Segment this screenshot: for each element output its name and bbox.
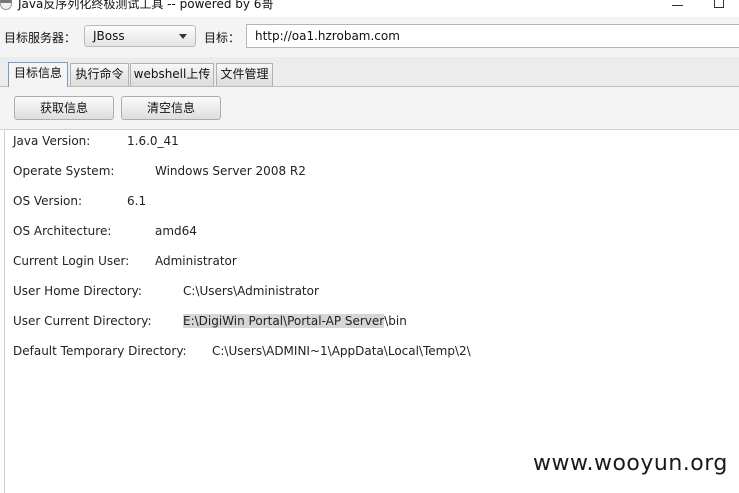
- info-value: 6.1: [127, 194, 147, 208]
- server-label: 目标服务器：: [4, 31, 77, 45]
- info-value: C:\Users\Administrator: [183, 284, 319, 298]
- info-key: User Home Directory:: [13, 284, 142, 298]
- minimize-icon[interactable]: [672, 0, 683, 6]
- info-key: User Current Directory:: [13, 314, 152, 328]
- target-url-value[interactable]: http://oa1.hzrobam.com: [255, 29, 400, 43]
- fetch-info-button[interactable]: 获取信息: [14, 96, 114, 120]
- info-key: Default Temporary Directory:: [13, 344, 187, 358]
- info-key: Operate System:: [13, 164, 115, 178]
- server-select-value: JBoss: [93, 29, 125, 43]
- info-key: OS Version:: [13, 194, 83, 208]
- target-url-input[interactable]: http://oa1.hzrobam.com: [246, 24, 739, 48]
- tab-bar: 目标信息 执行命令 webshell上传 文件管理: [0, 57, 739, 87]
- tab-execute-command[interactable]: 执行命令: [70, 63, 129, 86]
- info-key: Current Login User:: [13, 254, 130, 268]
- coffee-cup-icon: [0, 0, 12, 10]
- maximize-icon[interactable]: [714, 0, 724, 8]
- target-toolbar: 目标服务器： JBoss 目标： http://oa1.hzrobam.com: [0, 17, 739, 57]
- info-value: 1.6.0_41: [127, 134, 179, 148]
- info-value: Administrator: [155, 254, 237, 268]
- info-value: E:\DigiWin Portal\Portal-AP Server\bin: [183, 314, 407, 328]
- info-value-rest: \bin: [384, 314, 407, 328]
- action-bar: 获取信息 清空信息: [0, 87, 739, 130]
- info-value: amd64: [155, 224, 197, 238]
- tab-webshell-upload[interactable]: webshell上传: [130, 63, 214, 86]
- target-label: 目标：: [204, 31, 241, 45]
- chevron-down-icon[interactable]: [179, 34, 187, 39]
- info-key: OS Architecture:: [13, 224, 112, 238]
- tab-file-manager[interactable]: 文件管理: [216, 63, 273, 86]
- selected-text[interactable]: E:\DigiWin Portal\Portal-AP Server: [183, 314, 385, 328]
- tab-target-info[interactable]: 目标信息: [8, 62, 68, 87]
- info-key: Java Version:: [13, 134, 91, 148]
- clear-info-button[interactable]: 清空信息: [121, 96, 221, 120]
- info-value: Windows Server 2008 R2: [155, 164, 306, 178]
- info-output-area[interactable]: Java Version: 1.6.0_41 Operate System: W…: [4, 130, 739, 493]
- title-bar: Java反序列化终极测试工具 -- powered by 6哥: [0, 0, 739, 16]
- watermark-text: www.wooyun.org: [533, 451, 728, 476]
- window-title: Java反序列化终极测试工具 -- powered by 6哥: [18, 0, 274, 11]
- info-value: C:\Users\ADMINI~1\AppData\Local\Temp\2\: [212, 344, 471, 358]
- server-select[interactable]: JBoss: [84, 25, 196, 47]
